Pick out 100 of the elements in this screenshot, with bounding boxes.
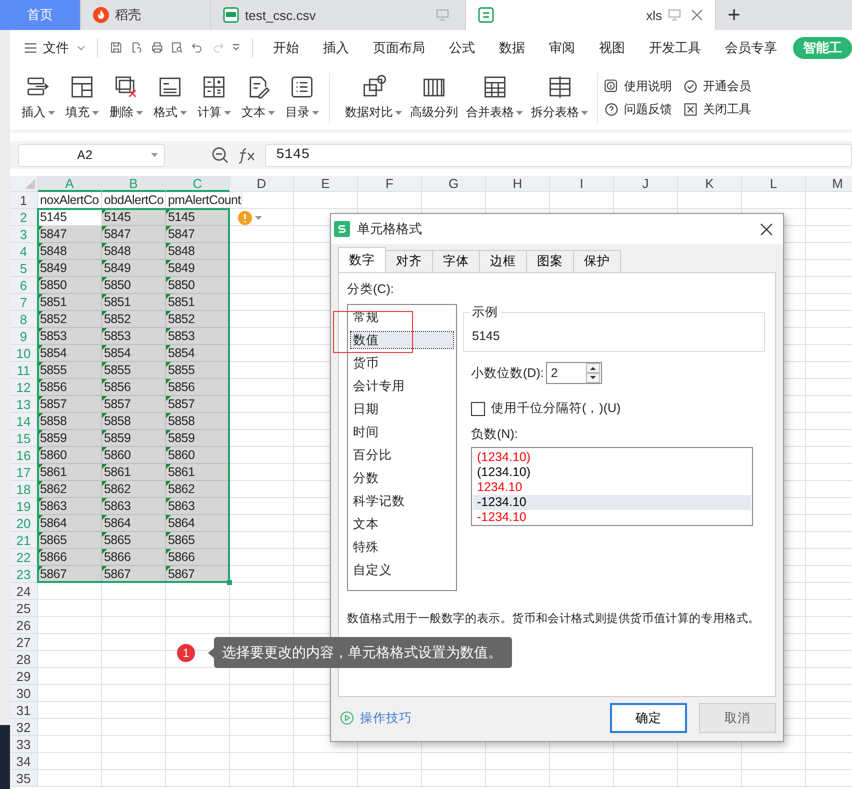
category-item[interactable]: 货币: [351, 355, 453, 371]
tool-link[interactable]: 关闭工具: [682, 100, 751, 118]
negative-option[interactable]: 1234.10: [473, 480, 751, 495]
table-cell: 5847: [102, 226, 166, 243]
category-item[interactable]: 百分比: [351, 447, 453, 463]
category-item[interactable]: 文本: [351, 516, 453, 532]
table-icon: [482, 74, 508, 100]
tool-link[interactable]: 问题反馈: [603, 100, 672, 118]
row-header[interactable]: 31: [10, 702, 38, 719]
chevron-down-icon[interactable]: [77, 44, 86, 50]
row-header[interactable]: 32: [10, 719, 38, 736]
preview-icon[interactable]: [171, 40, 184, 55]
toolbar-button[interactable]: 删除: [104, 74, 148, 121]
toolbar-button[interactable]: 格式: [148, 74, 192, 121]
column-header[interactable]: I: [550, 176, 614, 192]
formula-field[interactable]: 5145: [265, 144, 852, 166]
column-header[interactable]: G: [422, 176, 486, 192]
menu-tab[interactable]: 审阅: [540, 38, 583, 56]
row-header[interactable]: 35: [10, 770, 38, 787]
toolbar-button[interactable]: 目录: [280, 74, 324, 121]
row-header[interactable]: 29: [10, 668, 38, 685]
menu-tab[interactable]: 插入: [314, 38, 357, 56]
row-header[interactable]: 30: [10, 685, 38, 702]
row-header[interactable]: 33: [10, 736, 38, 753]
table-cell: 5855: [38, 362, 102, 379]
decimals-field[interactable]: 2: [546, 362, 602, 384]
caret-icon[interactable]: [151, 153, 158, 157]
column-header[interactable]: L: [742, 176, 806, 192]
tips-link[interactable]: 操作技巧: [360, 710, 412, 726]
ok-button[interactable]: 确定: [610, 703, 687, 733]
menu-tab[interactable]: 开发工具: [640, 38, 709, 56]
triangle-icon: [25, 179, 35, 189]
menu-tab[interactable]: 开始: [264, 38, 307, 56]
function-icon[interactable]: [237, 146, 257, 164]
row-header[interactable]: 28: [10, 651, 38, 668]
name-box[interactable]: A2: [18, 144, 165, 166]
menu-tab[interactable]: 公式: [440, 38, 483, 56]
menu-tab[interactable]: 会员专享: [716, 38, 785, 56]
category-item[interactable]: 日期: [351, 401, 453, 417]
negative-option[interactable]: -1234.10: [473, 510, 751, 525]
column-header[interactable]: F: [358, 176, 422, 192]
row-header[interactable]: 26: [10, 617, 38, 634]
negative-option[interactable]: (1234.10): [473, 450, 751, 465]
toolbar-button[interactable]: 计算: [192, 74, 236, 121]
dialog-tab[interactable]: 保护: [573, 250, 621, 272]
menu-icon[interactable]: [24, 42, 38, 54]
category-item[interactable]: 会计专用: [351, 378, 453, 394]
new-tab-button[interactable]: +: [716, 0, 752, 30]
column-header[interactable]: H: [486, 176, 550, 192]
cancel-button[interactable]: 取消: [699, 703, 776, 733]
more-icon[interactable]: [232, 42, 240, 52]
menu-tab[interactable]: 视图: [590, 38, 633, 56]
column-header[interactable]: E: [294, 176, 358, 192]
column-header[interactable]: D: [230, 176, 294, 192]
dialog-tab[interactable]: 数字: [338, 247, 386, 272]
column-header[interactable]: K: [678, 176, 742, 192]
table-cell: 5864: [166, 515, 230, 532]
menu-tab[interactable]: 数据: [490, 38, 533, 56]
category-item[interactable]: 特殊: [351, 539, 453, 555]
checkbox-label: 使用千位分隔符(，)(U): [491, 400, 621, 417]
print-icon[interactable]: [150, 40, 164, 55]
row-header[interactable]: 24: [10, 583, 38, 600]
toolbar-button[interactable]: 合并表格: [462, 74, 527, 121]
column-header[interactable]: J: [614, 176, 678, 192]
row-header[interactable]: 34: [10, 753, 38, 770]
toolbar-button[interactable]: 高级分列: [406, 74, 462, 121]
toolbar-button[interactable]: 文本: [236, 74, 280, 121]
table-cell: noxAlertCo: [38, 192, 102, 209]
toolbar-button[interactable]: 插入: [16, 74, 60, 121]
spin-buttons-icon[interactable]: [586, 363, 600, 383]
toolbar-button[interactable]: 拆分表格: [527, 74, 592, 121]
caret-icon: [136, 110, 142, 114]
table-cell: 5145: [166, 209, 230, 226]
row-header[interactable]: 1: [10, 192, 38, 209]
file-menu[interactable]: 文件: [43, 38, 70, 56]
category-item[interactable]: 自定义: [351, 562, 453, 578]
row-header[interactable]: 27: [10, 634, 38, 651]
negative-option[interactable]: -1234.10: [473, 495, 751, 510]
negative-option[interactable]: (1234.10): [473, 465, 751, 480]
toolbar-button[interactable]: 数据对比: [341, 74, 406, 121]
checkbox[interactable]: [471, 402, 485, 416]
table-cell: 5853: [166, 328, 230, 345]
tool-link[interactable]: 使用说明: [603, 78, 672, 94]
category-item[interactable]: 数值: [351, 332, 453, 348]
category-item[interactable]: 时间: [351, 424, 453, 440]
row-header[interactable]: 25: [10, 600, 38, 617]
close-icon[interactable]: [760, 222, 773, 236]
tool-link[interactable]: 开通会员: [682, 78, 751, 94]
toolbar-button[interactable]: 填充: [60, 74, 104, 121]
menu-tab[interactable]: 页面布局: [364, 38, 433, 56]
export-icon[interactable]: [130, 40, 143, 55]
caret-icon[interactable]: [255, 216, 262, 220]
zoom-out-icon[interactable]: [211, 146, 229, 164]
column-header[interactable]: M: [806, 176, 852, 192]
save-icon[interactable]: [110, 40, 122, 55]
table-icon: [69, 74, 95, 100]
table-cell: 5861: [102, 464, 166, 481]
category-item[interactable]: 科学记数: [351, 493, 453, 509]
caret-icon: [48, 110, 54, 114]
category-item[interactable]: 分数: [351, 470, 453, 486]
